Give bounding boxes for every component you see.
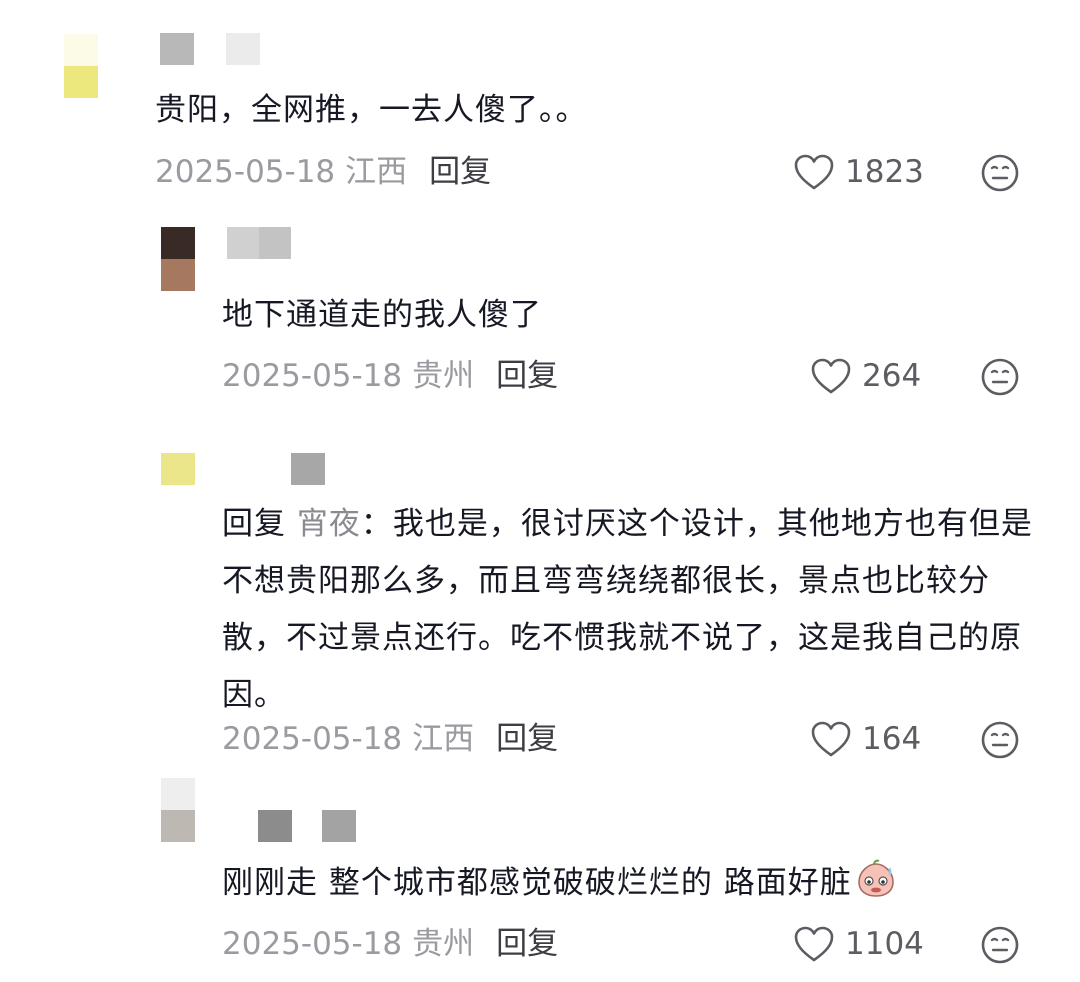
avatar[interactable]: [161, 778, 195, 842]
comment-meta: 2025-05-18 江西 回复: [222, 719, 558, 759]
comment-location: 贵州: [412, 358, 475, 394]
like-count: 1823: [845, 154, 924, 190]
avatar[interactable]: [161, 227, 195, 291]
reply-button[interactable]: 回复: [496, 358, 558, 394]
reply-button[interactable]: 回复: [496, 721, 558, 757]
heart-outline-icon: [811, 358, 851, 394]
comment-date: 2025-05-18: [222, 721, 403, 757]
heart-outline-icon: [794, 926, 834, 962]
reply-button[interactable]: 回复: [496, 926, 558, 962]
username[interactable]: [227, 227, 291, 259]
heart-outline-icon: [811, 721, 851, 757]
comment-meta: 2025-05-18 贵州 回复: [222, 924, 558, 964]
username[interactable]: [258, 810, 356, 842]
comment-meta: 2025-05-18 贵州 回复: [222, 356, 558, 396]
comment-meta: 2025-05-18 江西 回复: [155, 152, 491, 192]
username[interactable]: [160, 33, 260, 65]
like-button[interactable]: 1104: [793, 924, 924, 964]
avatar[interactable]: [161, 453, 195, 485]
meh-face-icon[interactable]: [980, 720, 1020, 760]
comment-text: 贵阳，全网推，一去人傻了。。: [155, 92, 588, 128]
reply-target-user[interactable]: 宵夜: [297, 506, 361, 542]
like-button[interactable]: 1823: [793, 152, 924, 192]
like-count: 164: [862, 721, 922, 757]
comment-date: 2025-05-18: [222, 926, 403, 962]
like-count: 1104: [845, 926, 924, 962]
comment-date: 2025-05-18: [222, 358, 403, 394]
comment-text: 回复 宵夜：我也是，很讨厌这个设计，其他地方也有但是不想贵阳那么多，而且弯弯绕绕…: [222, 506, 1033, 713]
meh-face-icon[interactable]: [980, 153, 1020, 193]
meh-face-icon[interactable]: [980, 925, 1020, 965]
reply-button[interactable]: 回复: [429, 154, 491, 190]
sweat-peach-face-icon: [857, 859, 894, 897]
comment-text: 地下通道走的我人傻了: [222, 297, 542, 333]
heart-outline-icon: [794, 154, 834, 190]
comment-location: 江西: [412, 721, 475, 757]
reply-prefix: 回复: [222, 506, 286, 542]
like-count: 264: [862, 358, 922, 394]
comment-text: 刚刚走 整个城市都感觉破破烂烂的 路面好脏: [222, 855, 1052, 912]
avatar[interactable]: [64, 34, 98, 98]
like-button[interactable]: 264: [810, 356, 921, 396]
meh-face-icon[interactable]: [980, 357, 1020, 397]
comment-location: 贵州: [412, 926, 475, 962]
comment-date: 2025-05-18: [155, 154, 336, 190]
username[interactable]: [291, 453, 325, 485]
like-button[interactable]: 164: [810, 719, 921, 759]
comment-location: 江西: [345, 154, 408, 190]
